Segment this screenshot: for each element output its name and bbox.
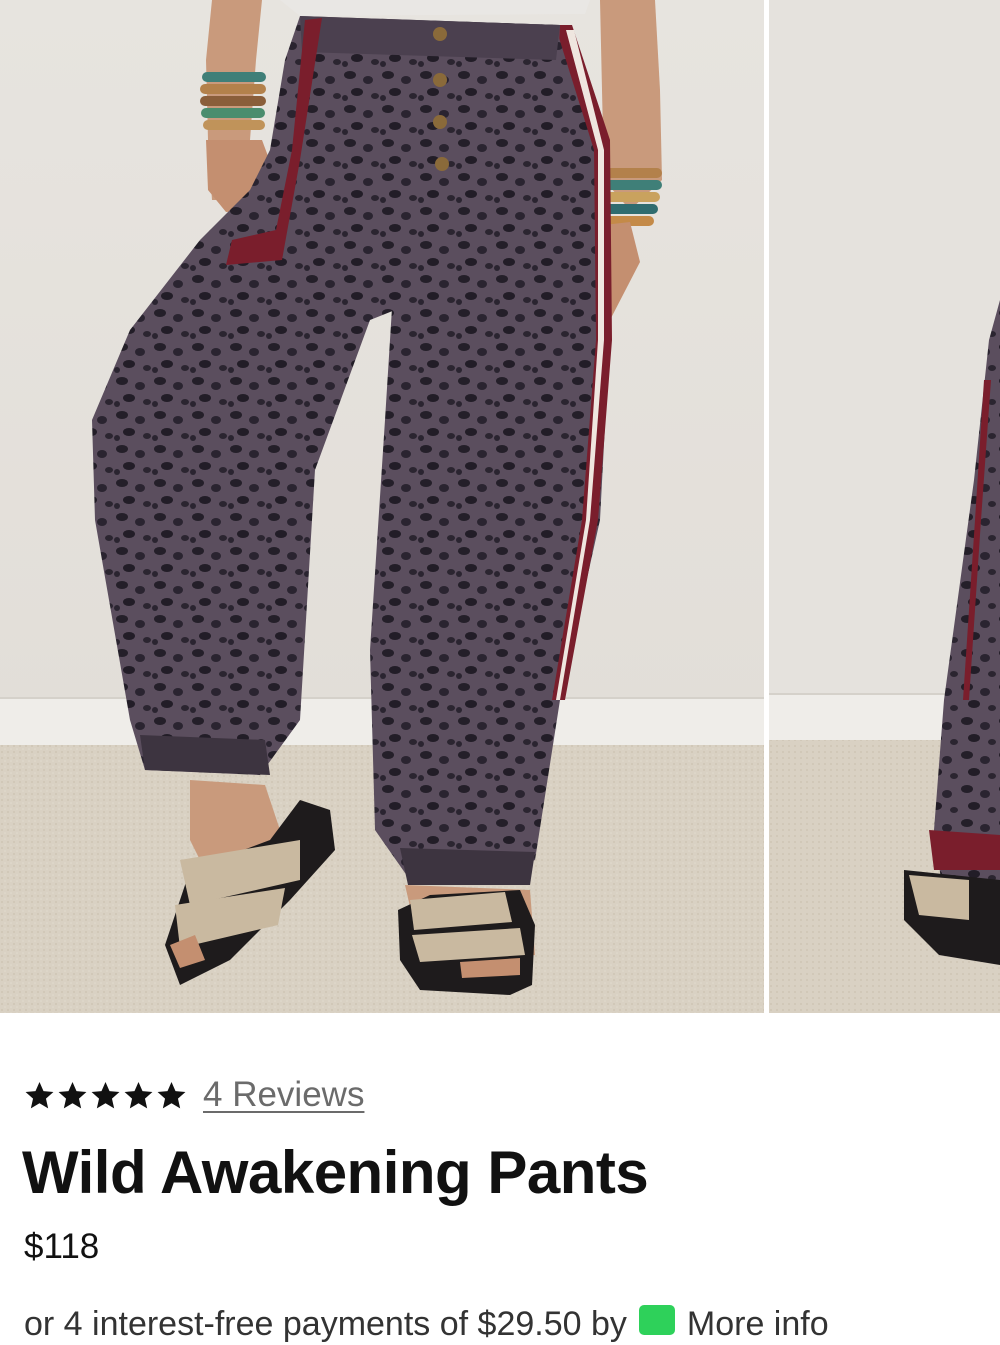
more-info-link[interactable]: More info <box>687 1305 829 1344</box>
star-icon <box>90 1080 121 1111</box>
installments-text: or 4 interest-free payments of $29.50 by <box>24 1305 627 1343</box>
product-photo-main[interactable] <box>0 0 764 1013</box>
product-photo-next-illustration <box>769 0 1000 1013</box>
product-info: 4 Reviews Wild Awakening Pants $118 or 4… <box>0 1013 1000 1343</box>
star-icon <box>57 1080 88 1111</box>
star-icon <box>156 1080 187 1111</box>
star-icon <box>123 1080 154 1111</box>
rating-row: 4 Reviews <box>24 1075 364 1115</box>
star-icon <box>24 1080 55 1111</box>
product-photo-main-illustration <box>0 0 764 1013</box>
product-photo-next[interactable] <box>769 0 1000 1013</box>
product-price: $118 <box>24 1227 100 1266</box>
reviews-link[interactable]: 4 Reviews <box>203 1075 364 1115</box>
product-image-gallery[interactable] <box>0 0 1000 1013</box>
star-rating[interactable] <box>24 1080 187 1111</box>
product-title: Wild Awakening Pants <box>22 1139 649 1206</box>
payment-provider-logo-icon <box>638 1305 675 1335</box>
installments-banner: or 4 interest-free payments of $29.50 by… <box>24 1305 1000 1345</box>
